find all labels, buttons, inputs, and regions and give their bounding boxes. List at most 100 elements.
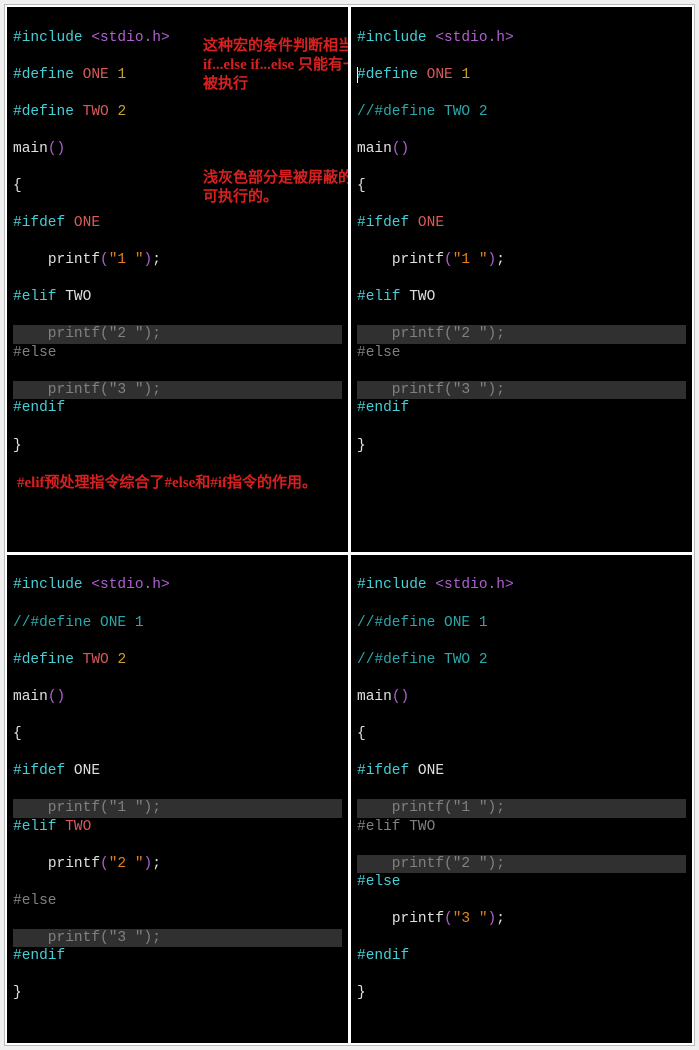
paren: ) [144,252,153,268]
string-1: "1 " [109,252,144,268]
ifdef-directive: #ifdef [13,763,65,779]
macro-two: TWO [83,104,109,120]
code-panel-4: #include <stdio.h> //#define ONE 1 //#de… [351,555,692,1043]
define-directive: #define [13,104,74,120]
inactive-code: printf("2 "); [357,856,505,872]
brace: { [13,726,22,742]
else-directive: #else [13,345,57,361]
macro-two: TWO [65,819,91,835]
brace: } [13,438,22,454]
endif-directive: #endif [13,400,65,416]
paren: ) [488,252,497,268]
semicolon: ; [496,252,505,268]
brace: } [13,985,22,1001]
ifdef-directive: #ifdef [357,215,409,231]
paren: ( [100,252,109,268]
paren: ( [48,689,57,705]
paren: ) [57,141,66,157]
macro-one: ONE [74,215,100,231]
else-directive: #else [357,874,401,890]
elif-directive-dim: #elif [357,819,401,835]
macro-one: ONE [427,67,453,83]
elif-directive: #elif [357,289,401,305]
macro-two: TWO [65,289,91,305]
header-file: <stdio.h> [91,30,169,46]
ifdef-directive: #ifdef [13,215,65,231]
else-directive: #else [13,893,57,909]
header-file: <stdio.h> [91,577,169,593]
brace: { [13,178,22,194]
define-directive: #define [357,67,418,83]
paren: ) [401,141,410,157]
paren: ( [392,689,401,705]
macro-one: ONE [83,67,109,83]
inactive-code: printf("2 "); [13,326,161,342]
paren: ) [144,856,153,872]
brace: { [357,178,366,194]
include-directive: #include [13,577,83,593]
num-2: 2 [117,652,126,668]
code-panel-3: #include <stdio.h> //#define ONE 1 #defi… [7,555,348,1043]
footnote-text: #elif预处理指令综合了#else和#if指令的作用。 [13,475,317,491]
elif-directive: #elif [13,289,57,305]
num-1: 1 [117,67,126,83]
macro-two: TWO [409,289,435,305]
endif-directive: #endif [357,400,409,416]
num-1: 1 [461,67,470,83]
macro-two: TWO [83,652,109,668]
paren: ( [100,856,109,872]
ident-main: main [357,689,392,705]
macro-one: ONE [418,215,444,231]
string-2: "2 " [109,856,144,872]
annotation-1: 这种宏的条件判断相当于 if...else if...else 只能有一个被执行 [203,37,348,93]
brace: } [357,985,366,1001]
ident-printf: printf [48,252,100,268]
semicolon: ; [152,252,161,268]
commented-line: //#define TWO 2 [357,652,488,668]
ident-printf: printf [392,911,444,927]
else-directive: #else [357,345,401,361]
code-panel-1: #include <stdio.h> #define ONE 1 #define… [7,7,348,552]
ident-printf: printf [392,252,444,268]
macro-two-dim: TWO [409,819,435,835]
commented-line: //#define ONE 1 [357,615,488,631]
macro-one: ONE [418,763,444,779]
paren: ( [444,252,453,268]
paren: ( [444,911,453,927]
endif-directive: #endif [357,948,409,964]
semicolon: ; [152,856,161,872]
ident-main: main [13,141,48,157]
brace: } [357,438,366,454]
paren: ) [57,689,66,705]
define-directive: #define [13,652,74,668]
brace: { [357,726,366,742]
ifdef-directive: #ifdef [357,763,409,779]
include-directive: #include [357,30,427,46]
elif-directive: #elif [13,819,57,835]
string-1: "1 " [453,252,488,268]
inactive-code: printf("3 "); [13,382,161,398]
inactive-code: printf("3 "); [13,930,161,946]
define-directive: #define [13,67,74,83]
endif-directive: #endif [13,948,65,964]
paren: ) [401,689,410,705]
include-directive: #include [357,577,427,593]
code-panel-2: #include <stdio.h> #define ONE 1 //#defi… [351,7,692,552]
semicolon: ; [496,911,505,927]
include-directive: #include [13,30,83,46]
commented-line: //#define TWO 2 [357,104,488,120]
annotation-2: 浅灰色部分是被屏蔽的，不可执行的。 [203,169,348,207]
ident-main: main [357,141,392,157]
header-file: <stdio.h> [435,30,513,46]
paren: ) [488,911,497,927]
string-3: "3 " [453,911,488,927]
commented-line: //#define ONE 1 [13,615,144,631]
header-file: <stdio.h> [435,577,513,593]
inactive-code: printf("2 "); [357,326,505,342]
inactive-code: printf("1 "); [13,800,161,816]
paren: ( [392,141,401,157]
macro-one: ONE [74,763,100,779]
paren: ( [48,141,57,157]
ident-printf: printf [48,856,100,872]
inactive-code: printf("1 "); [357,800,505,816]
